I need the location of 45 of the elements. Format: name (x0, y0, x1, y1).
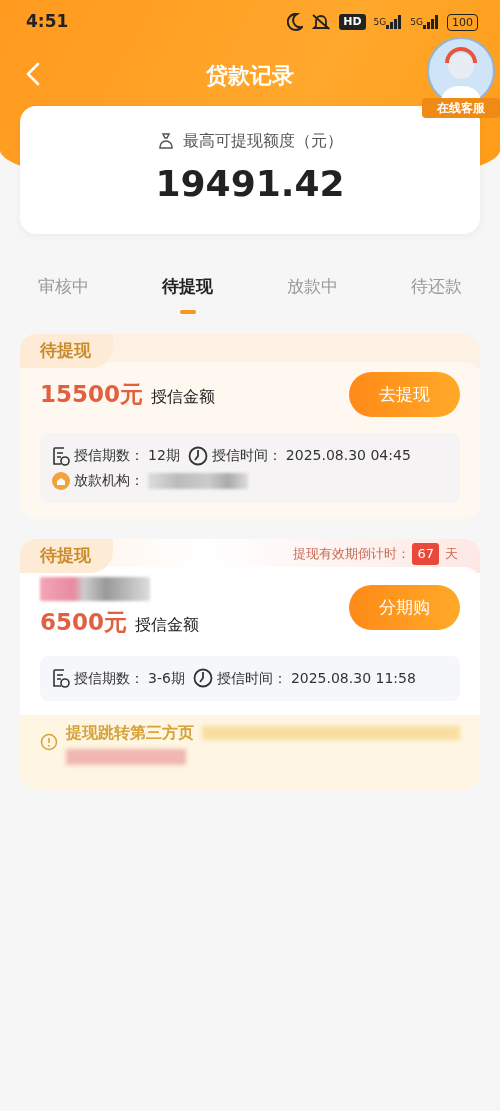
service-label[interactable]: 在线客服 (422, 98, 500, 118)
status-tab[interactable]: 待还款 (403, 268, 470, 314)
clock-icon (187, 445, 208, 466)
status-tab[interactable]: 审核中 (30, 268, 97, 314)
countdown-label: 提现有效期倒计时： (293, 545, 411, 563)
summary-label: 最高可提现额度（元） (183, 130, 343, 152)
action-button[interactable]: 分期购 (349, 584, 460, 630)
status-tab[interactable]: 放款中 (278, 268, 346, 314)
document-clock-icon (52, 445, 70, 466)
countdown-unit: 天 (445, 545, 458, 563)
amount-label: 授信金额 (135, 614, 199, 636)
time-value: 2025.08.30 11:58 (290, 668, 416, 688)
page-title: 贷款记录 (206, 61, 294, 90)
network-label: 5G (410, 15, 423, 29)
back-icon[interactable] (26, 62, 40, 86)
action-button[interactable]: 去提现 (349, 371, 460, 417)
hd-indicator: HD (339, 14, 366, 30)
amount-label: 授信金额 (151, 386, 216, 408)
muted-bell-icon (311, 13, 332, 31)
terms-value: 12期 (148, 446, 180, 465)
moon-icon (287, 13, 304, 31)
terms-label: 授信期数： (74, 446, 144, 465)
clock-icon (192, 668, 213, 688)
time-value: 2025.08.30 04:45 (285, 446, 411, 465)
info-icon (40, 732, 58, 751)
signal-icon (423, 15, 439, 29)
credit-amount: 6500元 (40, 608, 127, 637)
time-label: 授信时间： (211, 446, 282, 465)
status-tab[interactable]: 待提现 (154, 268, 222, 314)
time-label: 授信时间： (216, 668, 287, 688)
document-clock-icon (52, 668, 70, 688)
credit-amount: 15500元 (40, 380, 144, 409)
lender-label: 放款机构： (74, 471, 144, 490)
notice-text: 提现跳转第三方页 (66, 721, 194, 744)
status-tag: 待提现 (20, 333, 113, 368)
summary-amount: 19491.42 (155, 162, 345, 206)
countdown-value: 67 (412, 543, 439, 565)
terms-value: 3-6期 (148, 668, 185, 688)
battery-indicator: 100 (447, 13, 478, 31)
signal-icon (386, 15, 403, 29)
bank-icon (52, 471, 70, 490)
status-time: 4:51 (26, 10, 69, 34)
network-label: 5G (373, 15, 387, 29)
status-tag: 待提现 (20, 539, 113, 573)
terms-label: 授信期数： (74, 668, 144, 688)
